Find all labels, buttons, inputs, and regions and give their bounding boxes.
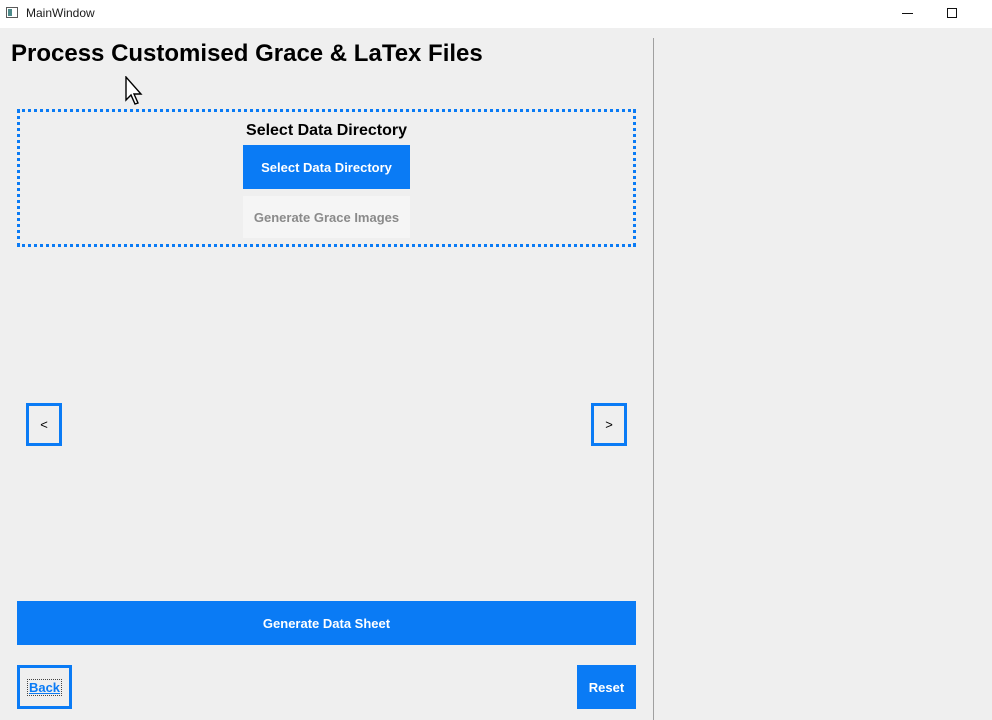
maximize-button[interactable]: [930, 0, 976, 28]
generate-grace-images-button[interactable]: Generate Grace Images: [243, 196, 410, 238]
next-button[interactable]: >: [591, 403, 627, 446]
generate-data-sheet-button[interactable]: Generate Data Sheet: [17, 601, 636, 645]
directory-section-title: Select Data Directory: [246, 122, 407, 139]
minimize-button[interactable]: [884, 0, 930, 28]
window-title: MainWindow: [26, 6, 95, 20]
back-button[interactable]: Back: [17, 665, 72, 709]
window-titlebar: MainWindow: [0, 0, 992, 28]
select-data-directory-button[interactable]: Select Data Directory: [243, 145, 410, 189]
mouse-cursor-icon: [125, 76, 143, 105]
back-button-label: Back: [26, 678, 63, 696]
page-title: Process Customised Grace & LaTex Files: [11, 40, 483, 67]
directory-panel: Select Data Directory Select Data Direct…: [17, 109, 636, 247]
previous-button[interactable]: <: [26, 403, 62, 446]
panel-divider[interactable]: [653, 38, 654, 720]
app-window-icon: [6, 7, 18, 18]
reset-button[interactable]: Reset: [577, 665, 636, 709]
